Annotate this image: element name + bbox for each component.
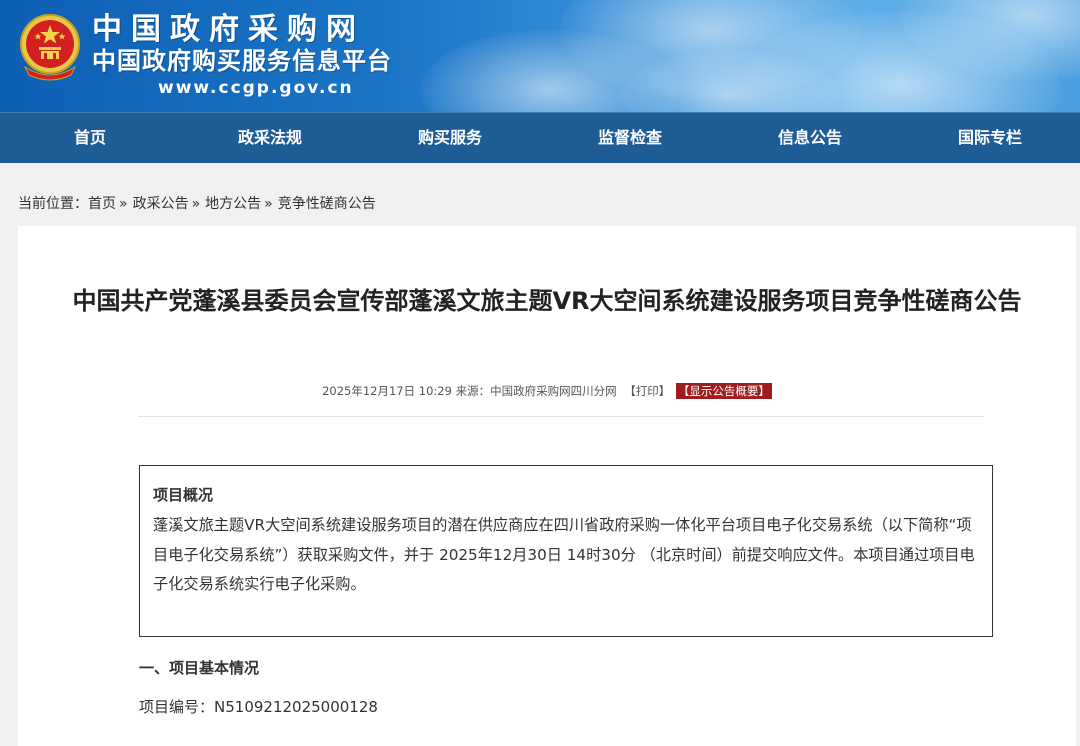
overview-heading: 项目概况 xyxy=(153,486,214,504)
nav-item-announcements[interactable]: 信息公告 xyxy=(720,113,900,163)
project-number-label: 项目编号： xyxy=(139,698,215,716)
article-card: 中国共产党蓬溪县委员会宣传部蓬溪文旅主题VR大空间系统建设服务项目竞争性磋商公告… xyxy=(18,226,1076,746)
site-url: www.ccgp.gov.cn xyxy=(158,78,354,98)
nav-item-supervision[interactable]: 监督检查 xyxy=(540,113,720,163)
national-emblem-icon[interactable] xyxy=(17,13,83,81)
publish-datetime: 2025年12月17日 10:29 xyxy=(322,384,452,398)
project-overview-box: 项目概况 蓬溪文旅主题VR大空间系统建设服务项目的潜在供应商应在四川省政府采购一… xyxy=(139,465,993,637)
site-title[interactable]: 中国政府采购网 xyxy=(92,13,365,47)
breadcrumb-link-competitive-consultation[interactable]: 竞争性磋商公告 xyxy=(278,196,376,212)
main-nav: 首页 政采法规 购买服务 监督检查 信息公告 国际专栏 xyxy=(0,112,1080,163)
breadcrumb-separator: » xyxy=(191,196,201,212)
nav-item-regulations[interactable]: 政采法规 xyxy=(180,113,360,163)
article-meta: 2025年12月17日 10:29 来源：中国政府采购网四川分网 【打印】 【显… xyxy=(18,383,1076,399)
breadcrumb-link-local-announcements[interactable]: 地方公告 xyxy=(205,196,261,212)
article-title: 中国共产党蓬溪县委员会宣传部蓬溪文旅主题VR大空间系统建设服务项目竞争性磋商公告 xyxy=(72,287,1022,315)
project-number: 项目编号：N5109212025000128 xyxy=(139,696,378,717)
section-heading: 一、项目基本情况 xyxy=(139,659,260,677)
source-name: 中国政府采购网四川分网 xyxy=(490,384,617,398)
breadcrumb: 当前位置：首页» 政采公告» 地方公告» 竞争性磋商公告 xyxy=(18,193,376,213)
site-header: 中国政府采购网 中国政府购买服务信息平台 www.ccgp.gov.cn xyxy=(0,0,1080,112)
breadcrumb-link-announcements[interactable]: 政采公告 xyxy=(133,196,189,212)
overview-text: 蓬溪文旅主题VR大空间系统建设服务项目的潜在供应商应在四川省政府采购一体化平台项… xyxy=(153,516,975,593)
nav-item-purchase-services[interactable]: 购买服务 xyxy=(360,113,540,163)
breadcrumb-separator: » xyxy=(119,196,128,212)
site-subtitle: 中国政府购买服务信息平台 xyxy=(92,47,392,75)
print-link[interactable]: 【打印】 xyxy=(624,384,670,398)
nav-item-home[interactable]: 首页 xyxy=(0,113,180,163)
show-summary-button[interactable]: 【显示公告概要】 xyxy=(675,383,772,399)
breadcrumb-separator: » xyxy=(264,196,273,212)
divider xyxy=(138,416,984,417)
project-number-value: N5109212025000128 xyxy=(214,698,378,716)
breadcrumb-link-home[interactable]: 首页 xyxy=(88,196,116,212)
nav-item-international[interactable]: 国际专栏 xyxy=(900,113,1080,163)
breadcrumb-prefix: 当前位置： xyxy=(18,196,88,212)
source-label: 来源： xyxy=(455,384,491,398)
